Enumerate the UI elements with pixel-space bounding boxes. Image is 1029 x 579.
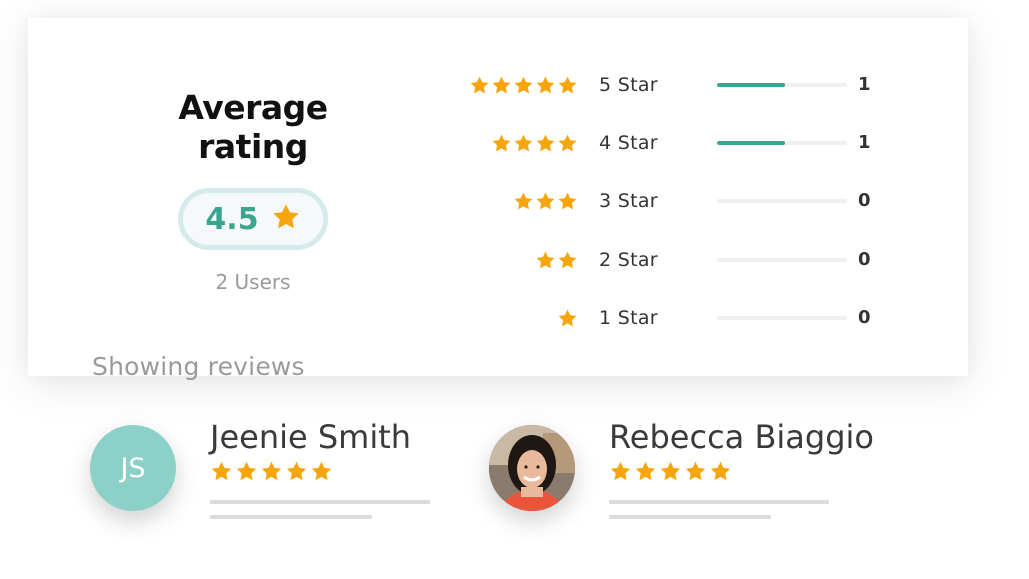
row-stars <box>513 191 578 217</box>
star-icon <box>260 460 283 488</box>
progress-track <box>717 199 847 203</box>
reviewer-name: Jeenie Smith <box>210 418 412 456</box>
score-pill: 4.5 <box>178 188 328 250</box>
star-icon <box>535 133 556 159</box>
star-icon <box>535 75 556 101</box>
users-count: 2 Users <box>215 270 291 294</box>
progress-fill <box>717 83 785 87</box>
row-count: 0 <box>858 307 871 328</box>
progress-track <box>717 83 847 87</box>
avatar-initials: JS <box>120 452 146 484</box>
breakdown-row-5: 5 Star 1 <box>468 71 928 101</box>
row-count: 0 <box>858 190 871 211</box>
row-label: 1 Star <box>599 307 658 329</box>
progress-track <box>717 316 847 320</box>
star-icon <box>513 191 534 217</box>
reviewer-stars <box>210 460 333 488</box>
progress-fill <box>717 141 785 145</box>
review-text-placeholder <box>609 515 771 519</box>
star-icon <box>513 133 534 159</box>
review-text-placeholder <box>609 500 829 504</box>
breakdown-row-3: 3 Star 0 <box>468 187 928 217</box>
star-icon <box>310 460 333 488</box>
average-score: 4.5 <box>205 201 259 237</box>
row-label: 3 Star <box>599 190 658 212</box>
star-icon <box>513 75 534 101</box>
star-icon <box>285 460 308 488</box>
star-icon <box>491 133 512 159</box>
average-rating-title: Average rating <box>178 88 328 166</box>
progress-track <box>717 258 847 262</box>
star-icon <box>535 250 556 276</box>
review-text-placeholder <box>210 500 430 504</box>
review-text-placeholder <box>210 515 372 519</box>
rating-summary: Average rating 4.5 2 Users <box>133 88 373 294</box>
star-icon <box>271 202 301 237</box>
breakdown-row-4: 4 Star 1 <box>468 129 928 159</box>
reviews-heading: Showing reviews <box>92 352 305 381</box>
row-count: 1 <box>858 74 871 95</box>
reviewer-stars <box>609 460 732 488</box>
star-icon <box>659 460 682 488</box>
row-stars <box>469 75 578 101</box>
row-stars <box>491 133 578 159</box>
row-stars <box>535 250 578 276</box>
row-label: 5 Star <box>599 74 658 96</box>
star-icon <box>210 460 233 488</box>
star-icon <box>609 460 632 488</box>
star-icon <box>557 308 578 334</box>
star-icon <box>684 460 707 488</box>
avatar <box>489 425 575 511</box>
star-icon <box>557 191 578 217</box>
star-icon <box>491 75 512 101</box>
avatar: JS <box>90 425 176 511</box>
star-icon <box>557 250 578 276</box>
row-label: 4 Star <box>599 132 658 154</box>
progress-track <box>717 141 847 145</box>
star-icon <box>535 191 556 217</box>
star-icon <box>235 460 258 488</box>
star-icon <box>469 75 490 101</box>
row-label: 2 Star <box>599 249 658 271</box>
star-icon <box>557 75 578 101</box>
breakdown-row-1: 1 Star 0 <box>468 304 928 334</box>
rating-card: Average rating 4.5 2 Users 5 Star 1 4 St… <box>28 18 968 376</box>
star-icon <box>634 460 657 488</box>
row-count: 1 <box>858 132 871 153</box>
reviewer-name: Rebecca Biaggio <box>609 418 874 456</box>
breakdown-row-2: 2 Star 0 <box>468 246 928 276</box>
row-count: 0 <box>858 249 871 270</box>
star-icon <box>557 133 578 159</box>
star-icon <box>709 460 732 488</box>
avatar-photo <box>489 425 575 511</box>
row-stars <box>557 308 578 334</box>
